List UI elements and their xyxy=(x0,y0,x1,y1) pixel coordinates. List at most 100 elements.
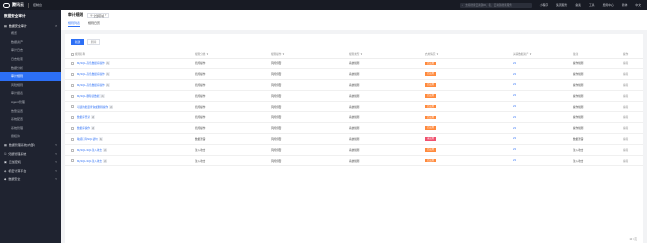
table-row[interactable]: MySQL-高危数据库操作内危险操作 风险预警 系统规则 已启用 23 操作规则 编辑 xyxy=(65,58,643,70)
cell-name: MySQL-高危数据库操作内 xyxy=(65,58,195,70)
sidebar-category-dms[interactable]: ▦ 数据管理系统(内部) ˅ xyxy=(0,141,61,150)
sidebar-item-license[interactable]: 授权许 xyxy=(0,132,61,141)
sidebar-item-overview[interactable]: 概览 xyxy=(0,29,61,38)
rule-name-link[interactable]: MySQL-高危数据库操作 xyxy=(77,73,105,76)
row-checkbox[interactable] xyxy=(71,116,74,120)
edit-link[interactable]: 编辑 xyxy=(623,106,628,109)
edit-link[interactable]: 编辑 xyxy=(623,84,628,87)
table-row[interactable]: 数据库登录内危险操作 风险预警 系统规则 已启用 23 操作规则 编辑 xyxy=(65,111,643,124)
topbar-link-lang[interactable]: 简体 xyxy=(622,3,628,7)
asset-count-link[interactable]: 23 xyxy=(513,159,516,162)
cell-assets: 23 xyxy=(513,90,573,102)
global-search-input[interactable]: ⌕ 支持搜索云资源ID、名、云资源搜索服务 xyxy=(459,2,532,8)
topbar-link-beian[interactable]: 备案 xyxy=(575,3,581,7)
header-cell-assets[interactable]: 关联数据资产 ▼ xyxy=(513,50,573,59)
cell-assets: 23 xyxy=(513,58,573,70)
edit-link[interactable]: 编辑 xyxy=(623,127,628,130)
rule-name-link[interactable]: 数据库登录 xyxy=(77,116,90,119)
logo[interactable]: 腾讯云 xyxy=(3,2,24,8)
table-row[interactable]: MySQL-高危数据库操作内危险操作 风险预警 系统规则 已启用 23 操作规则 编辑 xyxy=(65,79,643,91)
sidebar-item-system[interactable]: 系统管理 xyxy=(0,124,61,133)
rule-name-link[interactable]: 敏感打印SQL语句 xyxy=(77,138,98,141)
rule-name-link[interactable]: MySQL-高危数据库操作 xyxy=(77,62,105,65)
main-content: 审计规则 ◎ 全部区域 ˅ 规则列表 规则日历 新建 删除 规则名称 规则分类 … xyxy=(61,10,647,243)
cell-note: 操作规则 xyxy=(573,101,623,113)
asset-count-link[interactable]: 23 xyxy=(513,137,516,140)
row-checkbox[interactable] xyxy=(71,73,74,76)
table-row[interactable]: MySQL-SQL注入攻击内注入攻击 风险预警 系统规则 已启用 23 注入攻击 编辑 xyxy=(65,144,643,156)
sidebar-item-audit-log[interactable]: 审计日志 xyxy=(0,46,61,55)
rule-name-link[interactable]: MySQL-SQL注入攻击 xyxy=(77,160,102,163)
header-cell-status[interactable]: 启用情况 ▼ xyxy=(425,50,513,59)
sidebar-category-label: 凭据管理系统 xyxy=(8,151,27,156)
console-link[interactable]: 控制台 xyxy=(33,3,42,7)
edit-link[interactable]: 编辑 xyxy=(623,62,628,65)
asset-count-link[interactable]: 23 xyxy=(513,73,516,76)
table-row[interactable]: MySQL-SQL注入攻击内注入攻击 风险预警 系统规则 已启用 23 注入攻击 编辑 xyxy=(65,155,643,167)
region-selector[interactable]: ◎ 全部区域 ˅ xyxy=(87,13,110,18)
rule-name-link[interactable]: MySQL-删除表数据 xyxy=(77,95,99,98)
row-checkbox[interactable] xyxy=(71,137,74,141)
tab-rule-list[interactable]: 规则列表 xyxy=(68,21,81,27)
asset-count-link[interactable]: 23 xyxy=(513,62,516,65)
sidebar-item-assets[interactable]: 数据资产 xyxy=(0,38,61,47)
asset-count-link[interactable]: 23 xyxy=(513,83,516,86)
topbar-link-tools[interactable]: 工具 xyxy=(589,3,595,7)
edit-link[interactable]: 编辑 xyxy=(623,138,628,141)
edit-link[interactable]: 编辑 xyxy=(623,95,628,98)
rule-name-link[interactable]: MySQL-高危数据库操作 xyxy=(77,84,105,87)
pagination[interactable]: 10 / 页 xyxy=(629,237,637,241)
asset-count-link[interactable]: 23 xyxy=(513,94,516,97)
sidebar-item-config[interactable]: 系统配置 xyxy=(0,115,61,124)
topbar-link-group[interactable]: 集团服务 xyxy=(556,3,567,7)
asset-count-link[interactable]: 23 xyxy=(513,127,516,130)
asset-count-link[interactable]: 23 xyxy=(513,105,516,108)
rule-name-link[interactable]: MySQL-SQL注入攻击 xyxy=(77,149,102,152)
row-checkbox[interactable] xyxy=(71,94,74,98)
row-checkbox[interactable] xyxy=(71,148,74,152)
sidebar-item-alerts[interactable]: 告警设置 xyxy=(0,106,61,115)
edit-link[interactable]: 编辑 xyxy=(623,149,628,152)
chevron-down-icon: ˅ xyxy=(55,143,57,148)
table-row[interactable]: 敏感打印SQL语句内数据泄露 风险预警 系统规则 未启用 23 数据泄露 编辑 xyxy=(65,133,643,145)
sidebar-category-credentials[interactable]: ⚿ 凭据管理系统 ˅ xyxy=(0,149,61,158)
new-rule-button[interactable]: 新建 xyxy=(71,39,84,45)
select-all-checkbox[interactable] xyxy=(71,52,74,56)
sidebar-item-analysis[interactable]: 数据分析 xyxy=(0,63,61,72)
row-checkbox[interactable] xyxy=(71,105,74,109)
edit-link[interactable]: 编辑 xyxy=(623,160,628,163)
sidebar-category-confidential[interactable]: ◈ 机密计算平台 ˅ xyxy=(0,167,61,176)
rule-name-link[interactable]: 数据库操作 xyxy=(77,127,90,130)
edit-link[interactable]: 编辑 xyxy=(623,73,628,76)
asset-count-link[interactable]: 23 xyxy=(513,116,516,119)
row-checkbox[interactable] xyxy=(71,62,74,66)
row-checkbox[interactable] xyxy=(71,159,74,163)
sidebar-category-hsm[interactable]: ▣ 云加密机 ˅ xyxy=(0,158,61,167)
asset-count-link[interactable]: 23 xyxy=(513,148,516,151)
topbar-link-billing[interactable]: 费用中心 xyxy=(603,3,614,7)
sidebar-item-risk-rules[interactable]: 风险规则 xyxy=(0,81,61,90)
table-row[interactable]: MySQL-删除表数据内危险操作 风险预警 系统规则 已启用 23 操作规则 编辑 xyxy=(65,90,643,102)
edit-link[interactable]: 编辑 xyxy=(623,116,628,119)
sidebar-item-agent[interactable]: Agent管理 xyxy=(0,98,61,107)
header-cell-category[interactable]: 规则分类 ▼ xyxy=(195,50,271,59)
sidebar-item-log-search[interactable]: 日志检索 xyxy=(0,55,61,64)
tab-rule-calendar[interactable]: 规则日历 xyxy=(88,21,100,26)
row-checkbox[interactable] xyxy=(71,126,74,130)
sidebar-category-data-security[interactable]: ◆ 数据安全 ˅ xyxy=(0,175,61,184)
header-cell-type[interactable]: 规则类型 ▼ xyxy=(349,50,425,59)
table-row[interactable]: 可疑的批量查询或删除操作内危险操作 风险预警 系统规则 已启用 23 操作规则 编辑 xyxy=(65,101,643,113)
sidebar-group-header[interactable]: ▤ 数据安全审计 ˄ xyxy=(0,22,61,29)
delete-button[interactable]: 删除 xyxy=(87,39,100,45)
sidebar-item-reports[interactable]: 审计报表 xyxy=(0,89,61,98)
sidebar-item-audit-rules[interactable]: 审计规则 xyxy=(0,71,61,81)
table-row[interactable]: 数据库操作内危险操作 风险预警 系统规则 已启用 23 操作规则 编辑 xyxy=(65,122,643,135)
table-row[interactable]: MySQL-高危数据库操作内危险操作 风险预警 系统规则 已启用 23 操作规则 编辑 xyxy=(65,68,643,81)
rule-name-link[interactable]: 可疑的批量查询或删除操作 xyxy=(77,106,108,109)
row-checkbox[interactable] xyxy=(71,83,74,87)
cloud-logo-icon xyxy=(3,2,10,8)
header-cell-action[interactable]: 规则操作 ▼ xyxy=(271,50,349,59)
topbar-link-miniprogram[interactable]: 小程序 xyxy=(540,3,548,7)
cell-assets: 23 xyxy=(513,155,573,167)
topbar-link-lang2[interactable]: 中文 xyxy=(635,3,641,7)
